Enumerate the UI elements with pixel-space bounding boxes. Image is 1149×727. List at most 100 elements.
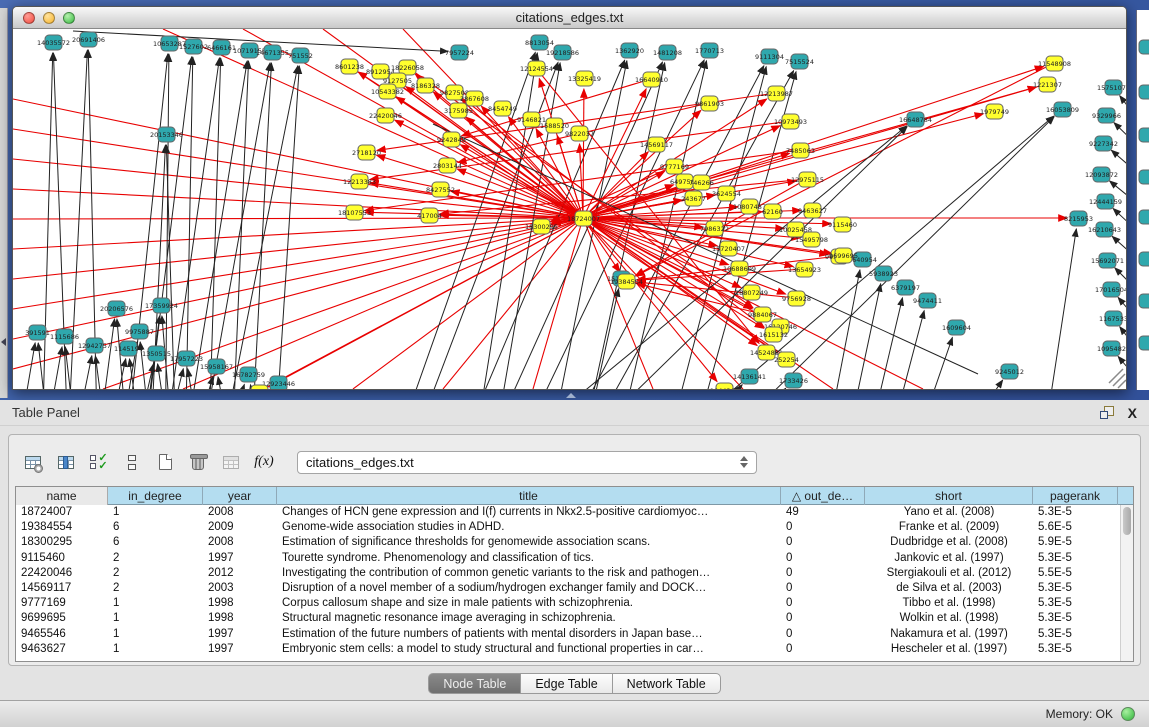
cell-year[interactable]: 2003: [203, 581, 277, 596]
cell-year[interactable]: 1998: [203, 611, 277, 626]
cell-title[interactable]: Tourette syndrome. Phenomenology and cla…: [277, 551, 781, 566]
scrollbar-thumb[interactable]: [1123, 507, 1131, 535]
cell-out_degree[interactable]: 0: [781, 642, 865, 657]
graph-node[interactable]: 1167533: [1099, 311, 1126, 326]
cell-in_degree[interactable]: 6: [108, 535, 203, 550]
cell-name[interactable]: 14569117: [16, 581, 108, 596]
tab-edge-table[interactable]: Edge Table: [521, 673, 612, 694]
graph-node[interactable]: 8186328: [411, 78, 440, 93]
cell-short[interactable]: Wolkin et al. (1998): [865, 611, 1033, 626]
graph-node[interactable]: 17016504: [1095, 282, 1126, 297]
graph-node[interactable]: [1139, 294, 1149, 308]
graph-node[interactable]: 1145194: [114, 341, 143, 356]
cell-name[interactable]: 18724007: [16, 505, 108, 520]
cell-out_degree[interactable]: 0: [781, 596, 865, 611]
cell-year[interactable]: 2008: [203, 505, 277, 520]
table-row[interactable]: 911546021997Tourette syndrome. Phenomeno…: [16, 551, 1120, 566]
cell-pagerank[interactable]: 5.3E-5: [1033, 551, 1118, 566]
graph-node[interactable]: 19218586: [546, 45, 579, 60]
cell-name[interactable]: 9463627: [16, 642, 108, 657]
graph-node[interactable]: 7515524: [785, 54, 814, 69]
cell-pagerank[interactable]: 5.3E-5: [1033, 611, 1118, 626]
collapse-left-icon[interactable]: [1, 338, 6, 346]
graph-node[interactable]: 9822037: [565, 126, 594, 141]
cell-title[interactable]: Estimation of the future numbers of pati…: [277, 627, 781, 642]
graph-node[interactable]: 7986322: [700, 221, 729, 236]
table-row[interactable]: 946554611997Estimation of the future num…: [16, 627, 1120, 642]
secondary-network-window[interactable]: [1136, 10, 1149, 390]
table-row[interactable]: 969969511998Structural magnetic resonanc…: [16, 611, 1120, 626]
graph-node[interactable]: 20153346: [150, 127, 183, 142]
cell-name[interactable]: 19384554: [16, 520, 108, 535]
table-row[interactable]: 1872400712008Changes of HCN gene express…: [16, 505, 1120, 520]
graph-node[interactable]: 9474411: [913, 293, 942, 308]
graph-node[interactable]: 12213383: [343, 174, 376, 189]
table-row[interactable]: 1938455462009Genome-wide association stu…: [16, 520, 1120, 535]
column-header-short[interactable]: short: [865, 487, 1033, 505]
cell-year[interactable]: 1997: [203, 642, 277, 657]
graph-node[interactable]: 15751074: [1097, 80, 1126, 95]
cell-name[interactable]: 9699695: [16, 611, 108, 626]
graph-node[interactable]: 1609604: [942, 320, 971, 335]
graph-node[interactable]: 9463627: [798, 203, 827, 218]
graph-node[interactable]: 20206576: [100, 301, 133, 316]
graph-node[interactable]: 391591: [25, 325, 50, 340]
graph-node[interactable]: 16210643: [1088, 222, 1121, 237]
graph-node[interactable]: 13654923: [788, 262, 821, 277]
graph-node[interactable]: 1362920: [615, 43, 644, 58]
graph-node[interactable]: [1139, 85, 1149, 99]
cell-out_degree[interactable]: 49: [781, 505, 865, 520]
cell-short[interactable]: Nakamura et al. (1997): [865, 627, 1033, 642]
graph-node[interactable]: [1139, 252, 1149, 266]
cell-short[interactable]: Franke et al. (2009): [865, 520, 1033, 535]
graph-node[interactable]: 6466161: [207, 40, 236, 55]
close-panel-icon[interactable]: X: [1128, 406, 1137, 420]
column-header-year[interactable]: year: [203, 487, 277, 505]
graph-node[interactable]: [1139, 336, 1149, 350]
cell-year[interactable]: 1997: [203, 551, 277, 566]
delete-table-icon[interactable]: [186, 450, 210, 474]
cell-year[interactable]: 1997: [203, 627, 277, 642]
graph-node[interactable]: 243677: [681, 191, 706, 206]
network-graph-canvas[interactable]: 1403557220691406106532871527602646616110…: [13, 29, 1126, 389]
graph-node[interactable]: 1481208: [653, 45, 682, 60]
float-panel-icon[interactable]: [1100, 406, 1114, 419]
graph-node[interactable]: 1095482: [1097, 341, 1126, 356]
graph-node[interactable]: 16053809: [1046, 102, 1079, 117]
graph-node[interactable]: 13325419: [568, 71, 601, 86]
graph-node[interactable]: 12124554: [520, 61, 553, 76]
table-scrollbar[interactable]: [1120, 505, 1133, 661]
cell-title[interactable]: Changes of HCN gene expression and I(f) …: [277, 505, 781, 520]
graph-node[interactable]: [1139, 210, 1149, 224]
graph-node[interactable]: 2803144: [433, 158, 462, 173]
graph-node[interactable]: 1221307: [1033, 77, 1062, 92]
table-row[interactable]: 2242004622012Investigating the contribut…: [16, 566, 1120, 581]
graph-node[interactable]: 12093872: [1085, 167, 1118, 182]
cell-short[interactable]: de Silva et al. (2003): [865, 581, 1033, 596]
graph-node[interactable]: 8454749: [488, 101, 517, 116]
graph-node[interactable]: [1139, 170, 1149, 184]
tab-node-table[interactable]: Node Table: [428, 673, 521, 694]
cell-year[interactable]: 2009: [203, 520, 277, 535]
cell-name[interactable]: 22420046: [16, 566, 108, 581]
cell-in_degree[interactable]: 1: [108, 505, 203, 520]
cell-year[interactable]: 1998: [203, 596, 277, 611]
cell-year[interactable]: 2012: [203, 566, 277, 581]
row-height-icon[interactable]: [120, 450, 144, 474]
network-window-titlebar[interactable]: citations_edges.txt: [13, 7, 1126, 29]
cell-out_degree[interactable]: 0: [781, 535, 865, 550]
graph-node[interactable]: 751552: [288, 48, 313, 63]
function-builder-icon[interactable]: f(x): [252, 450, 276, 474]
graph-node[interactable]: 8427552: [426, 182, 455, 197]
cell-in_degree[interactable]: 6: [108, 520, 203, 535]
cell-in_degree[interactable]: 1: [108, 642, 203, 657]
cell-in_degree[interactable]: 1: [108, 596, 203, 611]
graph-node[interactable]: 9227342: [1089, 136, 1118, 151]
cell-out_degree[interactable]: 0: [781, 551, 865, 566]
cell-title[interactable]: Structural magnetic resonance image aver…: [277, 611, 781, 626]
cell-pagerank[interactable]: 5.9E-5: [1033, 535, 1118, 550]
cell-out_degree[interactable]: 0: [781, 520, 865, 535]
cell-in_degree[interactable]: 1: [108, 611, 203, 626]
graph-node[interactable]: 8601238: [335, 59, 364, 74]
graph-node[interactable]: 14035572: [37, 35, 70, 50]
